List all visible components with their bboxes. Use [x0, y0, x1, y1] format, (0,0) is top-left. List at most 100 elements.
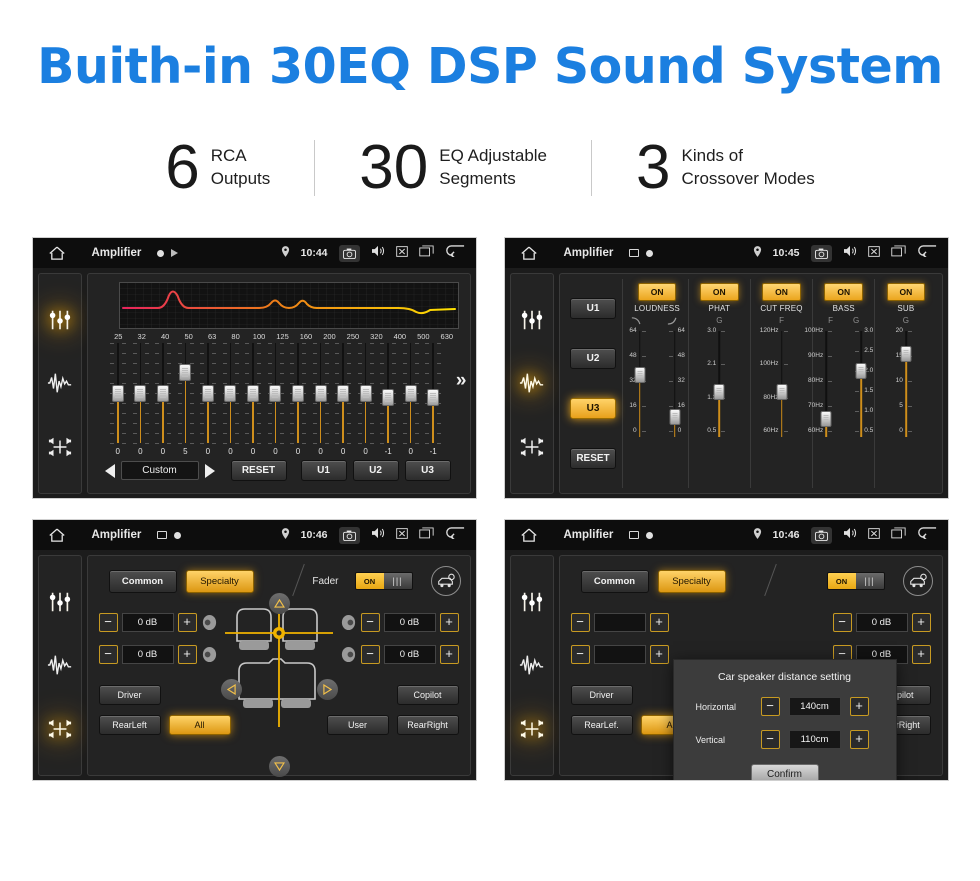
eq-slider[interactable] [354, 343, 377, 446]
eq-slider[interactable] [242, 343, 265, 446]
plus-button[interactable]: + [911, 645, 931, 664]
preset-u1-button[interactable]: U1 [570, 297, 616, 319]
seat-button-driver[interactable]: Driver [570, 685, 633, 705]
eq-slider[interactable] [219, 343, 242, 446]
eq-slider[interactable] [422, 343, 445, 446]
effect-slider-knob[interactable] [713, 384, 725, 400]
eq-slider[interactable] [399, 343, 422, 446]
effect-toggle-sub[interactable]: ON [886, 283, 926, 301]
home-icon[interactable] [516, 246, 542, 261]
plus-button[interactable]: + [649, 613, 669, 632]
effect-slider[interactable]: 20 15 10 5 0 [895, 327, 917, 437]
back-arrow-icon[interactable] [445, 526, 465, 544]
effect-slider[interactable]: 3.0 2.5 2.0 1.5 1.0 0.5 [850, 327, 873, 437]
eq-slider-track[interactable] [335, 343, 352, 444]
tab-specialty[interactable]: Specialty [185, 569, 254, 593]
preset-u3-button[interactable]: U3 [570, 398, 616, 420]
eq-slider[interactable] [264, 343, 287, 446]
preset-u3-button[interactable]: U3 [404, 460, 451, 481]
plus-button[interactable]: + [911, 613, 931, 632]
eq-slider-track[interactable] [402, 343, 419, 444]
waveform-icon[interactable] [517, 650, 547, 680]
effect-slider-knob[interactable] [900, 346, 912, 362]
next-page-chevron-icon[interactable]: » [456, 370, 467, 392]
back-arrow-icon[interactable] [917, 244, 937, 262]
nav-up-button[interactable] [268, 593, 290, 614]
volume-icon[interactable] [843, 526, 857, 544]
speaker-balance-icon[interactable] [517, 714, 547, 744]
eq-slider-track[interactable] [312, 343, 329, 444]
effect-slider[interactable]: 64 48 32 16 0 [664, 327, 686, 437]
speaker-balance-icon[interactable] [517, 432, 547, 462]
effect-toggle-loudness[interactable]: ON [637, 283, 677, 301]
eq-slider-knob[interactable] [156, 385, 169, 402]
eq-slider-knob[interactable] [359, 385, 372, 402]
home-icon[interactable] [44, 528, 70, 543]
eq-slider[interactable] [332, 343, 355, 446]
close-box-icon[interactable] [395, 244, 408, 262]
volume-icon[interactable] [371, 526, 385, 544]
eq-slider-track[interactable] [290, 343, 307, 444]
eq-slider-knob[interactable] [246, 385, 259, 402]
close-box-icon[interactable] [867, 526, 880, 544]
speaker-balance-icon[interactable] [45, 714, 75, 744]
seat-button-rearright[interactable]: RearRight [396, 715, 459, 735]
eq-slider-track[interactable] [155, 343, 172, 444]
eq-slider[interactable] [152, 343, 175, 446]
eq-slider[interactable] [174, 343, 197, 446]
equalizer-icon[interactable] [45, 305, 75, 335]
recent-apps-icon[interactable] [890, 244, 906, 262]
nav-down-button[interactable] [268, 756, 290, 777]
equalizer-icon[interactable] [45, 587, 75, 617]
seat-button-driver[interactable]: Driver [98, 685, 161, 705]
recent-apps-icon[interactable] [418, 526, 434, 544]
eq-slider-track[interactable] [245, 343, 262, 444]
close-box-icon[interactable] [867, 244, 880, 262]
eq-slider-knob[interactable] [292, 385, 305, 402]
car-settings-icon[interactable] [430, 566, 461, 596]
effect-slider-knob[interactable] [669, 409, 681, 425]
fader-toggle[interactable]: ON ||| [354, 572, 413, 590]
eq-slider[interactable] [129, 343, 152, 446]
equalizer-icon[interactable] [517, 305, 547, 335]
car-seats-diagram[interactable] [224, 603, 333, 727]
confirm-button[interactable]: Confirm [750, 764, 819, 780]
close-box-icon[interactable] [395, 526, 408, 544]
eq-slider-knob[interactable] [201, 385, 214, 402]
plus-button[interactable]: + [439, 645, 459, 664]
camera-icon[interactable] [810, 244, 832, 262]
minus-button[interactable]: − [360, 645, 380, 664]
plus-button[interactable]: + [649, 645, 669, 664]
eq-slider-knob[interactable] [179, 364, 192, 382]
effect-slider-knob[interactable] [634, 367, 646, 383]
effect-slider-knob[interactable] [855, 363, 867, 379]
recent-apps-icon[interactable] [890, 526, 906, 544]
plus-button[interactable]: + [439, 613, 459, 632]
preset-u2-button[interactable]: U2 [352, 460, 399, 481]
eq-slider-knob[interactable] [314, 385, 327, 402]
eq-slider-track[interactable] [380, 343, 397, 444]
speaker-balance-icon[interactable] [45, 432, 75, 462]
camera-icon[interactable] [810, 526, 832, 544]
equalizer-icon[interactable] [517, 587, 547, 617]
eq-slider-knob[interactable] [269, 385, 282, 402]
effect-toggle-phat[interactable]: ON [699, 283, 739, 301]
tab-common[interactable]: Common [580, 569, 649, 593]
eq-slider-track[interactable] [109, 343, 126, 444]
effect-toggle-cut-freq[interactable]: ON [762, 283, 801, 301]
eq-slider-track[interactable] [267, 343, 284, 444]
recent-apps-icon[interactable] [418, 244, 434, 262]
minus-button[interactable]: − [98, 645, 118, 664]
seat-button-user[interactable]: User [326, 715, 389, 735]
eq-slider-knob[interactable] [382, 389, 395, 407]
effect-slider-knob[interactable] [776, 384, 787, 400]
eq-slider-track[interactable] [177, 343, 194, 444]
minus-button[interactable]: − [570, 645, 590, 664]
preset-u1-button[interactable]: U1 [300, 460, 347, 481]
camera-icon[interactable] [338, 526, 360, 544]
effect-slider[interactable]: 64 48 32 16 0 [629, 327, 651, 437]
minus-button[interactable]: − [832, 613, 852, 632]
eq-slider-track[interactable] [132, 343, 149, 444]
waveform-icon[interactable] [517, 368, 547, 398]
effect-slider[interactable]: 120Hz 100Hz 80Hz 60Hz [760, 327, 793, 437]
